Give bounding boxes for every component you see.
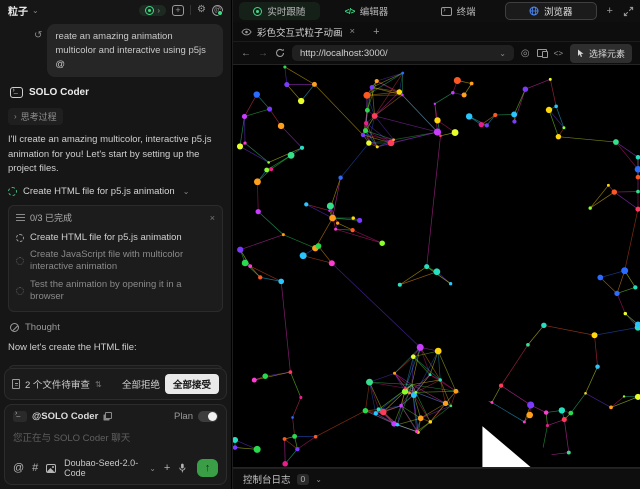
live-icon bbox=[253, 7, 262, 16]
close-tab-icon[interactable]: × bbox=[350, 26, 356, 37]
file-change-card[interactable]: </> index.html index.html +27 -0 查看变更 bbox=[8, 365, 223, 368]
new-page-icon[interactable]: + bbox=[365, 26, 387, 38]
tab-browser[interactable]: 浏览器 bbox=[505, 2, 597, 20]
chevron-down-icon: ⌄ bbox=[149, 464, 156, 473]
globe-icon bbox=[529, 6, 539, 16]
settings-gear-icon[interactable]: ⚙ bbox=[197, 5, 206, 15]
tab-terminal[interactable]: 终端 bbox=[413, 2, 503, 20]
agent-name: SOLO Coder bbox=[29, 87, 89, 98]
chevron-down-icon: ⌄ bbox=[499, 49, 506, 58]
refresh-icon[interactable] bbox=[275, 48, 285, 58]
solo-mode-pill[interactable]: › bbox=[139, 5, 166, 16]
section-create-html[interactable]: Create HTML file for p5.js animation ⌄ bbox=[8, 186, 223, 197]
assistant-text: Now let's create the HTML file: bbox=[8, 341, 223, 355]
eye-icon bbox=[241, 28, 252, 36]
particle-canvas[interactable] bbox=[233, 65, 640, 467]
user-message: reate an amazing animation multicolor an… bbox=[47, 24, 223, 77]
task-active-icon bbox=[16, 234, 24, 242]
task-pending-icon bbox=[16, 287, 24, 295]
divider bbox=[190, 5, 191, 15]
chat-panel: 粒子 ⌄ › + ⚙ @ ↺ reate an amazing animatio… bbox=[0, 0, 232, 489]
select-element-button[interactable]: 选择元素 bbox=[570, 44, 632, 63]
checklist-icon bbox=[16, 214, 25, 221]
console-count-badge: 0 bbox=[297, 474, 310, 485]
account-avatar[interactable]: @ bbox=[212, 5, 223, 16]
add-icon[interactable]: + bbox=[164, 463, 170, 474]
reject-all-button[interactable]: 全部拒绝 bbox=[122, 377, 160, 391]
composer-agent-label[interactable]: @SOLO Coder bbox=[32, 411, 98, 422]
agent-terminal-icon bbox=[10, 87, 23, 98]
browser-toolbar: ← → http://localhost:3000/ ⌄ ◎ <> 选择元素 bbox=[233, 42, 640, 64]
plan-toggle[interactable] bbox=[198, 411, 218, 422]
image-attach-icon[interactable] bbox=[46, 464, 56, 473]
thought-row[interactable]: Thought bbox=[10, 322, 223, 333]
console-label: 控制台日志 bbox=[243, 472, 291, 486]
new-chat-icon[interactable]: + bbox=[172, 5, 184, 16]
task-item: Create JavaScript file with multicolor i… bbox=[16, 246, 215, 276]
workspace-tabs: 实时跟随 </> 编辑器 终端 浏览器 + bbox=[233, 0, 640, 22]
model-selector[interactable]: Doubao-Seed-2.0-Code ⌄ bbox=[64, 458, 156, 478]
mention-icon[interactable]: @ bbox=[13, 463, 24, 474]
assistant-intro-text: I'll create an amazing multicolor, inter… bbox=[8, 133, 223, 176]
app-window: 粒子 ⌄ › + ⚙ @ ↺ reate an amazing animatio… bbox=[0, 0, 640, 489]
code-icon: </> bbox=[345, 7, 355, 16]
expand-icon[interactable] bbox=[623, 6, 634, 17]
solo-status-icon bbox=[145, 6, 154, 15]
device-toggle-icon[interactable] bbox=[537, 49, 547, 57]
review-bar: 2 个文件待审查 ⇅ 全部拒绝 全部接受 bbox=[4, 368, 227, 400]
composer: @SOLO Coder Plan 您正在与 SOLO Coder 聊天 @ # … bbox=[4, 404, 227, 485]
task-progress: 0/3 已完成 bbox=[30, 211, 72, 224]
task-item: Test the animation by opening it in a br… bbox=[16, 276, 215, 306]
back-icon[interactable]: ← bbox=[241, 48, 251, 59]
cursor-icon bbox=[577, 49, 585, 58]
browser-viewport[interactable] bbox=[233, 64, 640, 468]
close-icon[interactable]: × bbox=[210, 213, 215, 223]
forward-icon[interactable]: → bbox=[258, 48, 268, 59]
files-icon bbox=[12, 379, 20, 389]
context-hash-icon[interactable]: # bbox=[32, 463, 38, 474]
devtools-code-icon[interactable]: <> bbox=[554, 49, 563, 58]
terminal-icon bbox=[441, 7, 452, 16]
retry-icon[interactable]: ↺ bbox=[34, 30, 42, 41]
chevron-down-icon[interactable]: ⌄ bbox=[315, 475, 322, 484]
in-progress-icon bbox=[8, 187, 17, 196]
accept-all-button[interactable]: 全部接受 bbox=[165, 374, 219, 394]
chevron-right-icon: › bbox=[14, 112, 17, 121]
copy-icon[interactable] bbox=[105, 412, 112, 419]
tab-live-follow[interactable]: 实时跟随 bbox=[239, 2, 320, 20]
session-title[interactable]: 粒子 bbox=[8, 3, 28, 18]
task-item: Create HTML file for p5.js animation bbox=[16, 229, 215, 246]
chevron-down-icon[interactable]: ⌄ bbox=[32, 6, 39, 15]
chat-header: 粒子 ⌄ › + ⚙ @ bbox=[0, 0, 231, 20]
console-bar[interactable]: 控制台日志 0 ⌄ bbox=[233, 468, 640, 489]
chevron-right-icon: › bbox=[157, 6, 160, 15]
page-tab[interactable]: 彩色交互式粒子动画 × bbox=[241, 25, 355, 39]
target-icon[interactable]: ◎ bbox=[521, 48, 530, 59]
message-input[interactable]: 您正在与 SOLO Coder 聊天 bbox=[13, 422, 218, 458]
review-label[interactable]: 2 个文件待审查 bbox=[25, 377, 90, 391]
chevron-down-icon: ⌄ bbox=[183, 187, 190, 196]
url-input[interactable]: http://localhost:3000/ ⌄ bbox=[292, 45, 514, 61]
microphone-icon[interactable] bbox=[178, 462, 187, 474]
sort-icon[interactable]: ⇅ bbox=[95, 380, 102, 389]
new-tab-icon[interactable]: + bbox=[599, 5, 621, 17]
thinking-process-badge[interactable]: › 思考过程 bbox=[8, 108, 63, 125]
task-card-1: 0/3 已完成 × Create HTML file for p5.js ani… bbox=[8, 205, 223, 312]
page-tab-bar: 彩色交互式粒子动画 × + bbox=[233, 22, 640, 42]
chat-messages[interactable]: ↺ reate an amazing animation multicolor … bbox=[0, 20, 231, 368]
agent-badge-icon bbox=[13, 411, 27, 422]
task-pending-icon bbox=[16, 257, 24, 265]
plan-label: Plan bbox=[174, 411, 193, 422]
page-tab-title: 彩色交互式粒子动画 bbox=[257, 25, 343, 39]
thought-icon bbox=[10, 323, 19, 332]
tab-editor[interactable]: </> 编辑器 bbox=[322, 2, 412, 20]
preview-panel: 实时跟随 </> 编辑器 终端 浏览器 + 彩色交互式粒子动画 × bbox=[232, 0, 640, 489]
send-button[interactable]: ↑ bbox=[197, 459, 218, 477]
